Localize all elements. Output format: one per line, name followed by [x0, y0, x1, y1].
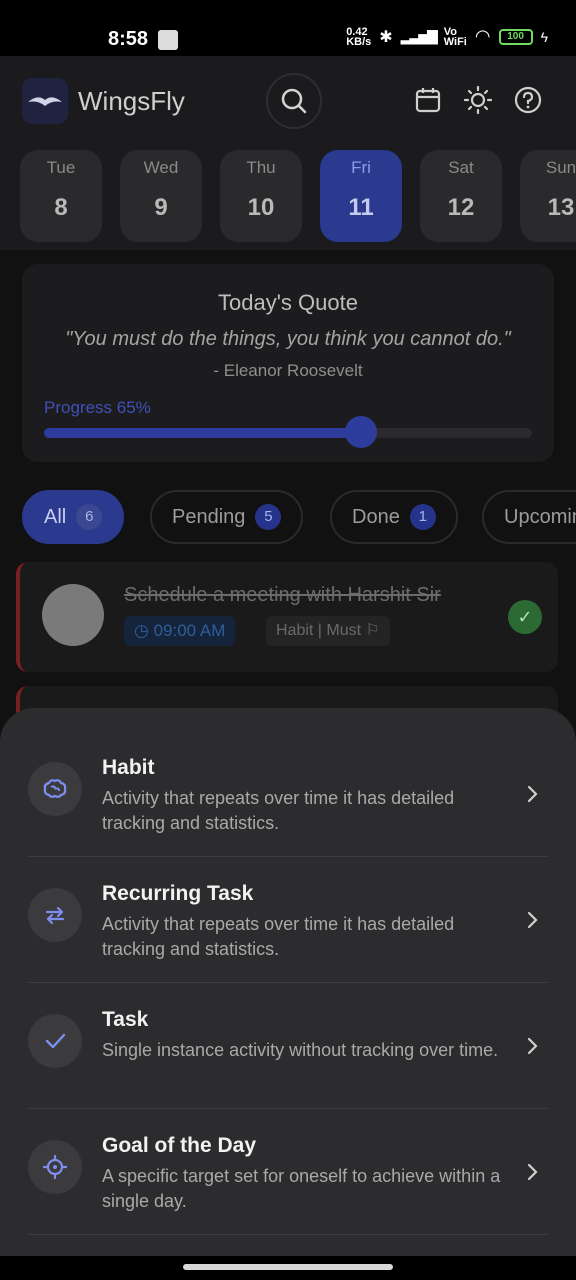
chevron-right-icon — [527, 911, 538, 929]
task-time: ◷ 09:00 AM — [124, 616, 236, 646]
day-number: 8 — [54, 194, 68, 221]
chip-count: 5 — [255, 504, 282, 530]
filter-done[interactable]: Done 1 — [330, 490, 458, 544]
option-description: Single instance activity without trackin… — [102, 1040, 499, 1060]
progress-track — [44, 428, 532, 438]
option-description: Activity that repeats over time it has d… — [102, 788, 455, 833]
signal-icon: ▂▃▅▇ — [400, 28, 438, 44]
check-icon — [28, 1014, 82, 1068]
repeat-icon — [28, 888, 82, 942]
filter-chips: All 6 Pending 5 Done 1 Upcoming — [22, 490, 576, 544]
day-name: Thu — [246, 158, 276, 177]
day-name: Fri — [351, 158, 371, 177]
volte-label: Vo WiFi — [443, 25, 467, 48]
target-icon — [28, 1140, 82, 1194]
app-logo — [22, 78, 68, 124]
quote-text: "You must do the things, you think you c… — [65, 328, 511, 350]
status-time: 8:58 — [108, 28, 149, 50]
task-done-check-icon[interactable]: ✓ — [508, 600, 542, 634]
task-title: Schedule a meeting with Harshit Sir — [124, 584, 441, 606]
flag-icon: ⚐ — [361, 622, 380, 639]
chip-count: 1 — [409, 504, 436, 530]
day-number: 12 — [447, 194, 475, 221]
clock-icon: ◷ — [134, 621, 154, 640]
charging-icon: ϟ — [540, 28, 548, 45]
day-thu[interactable]: Thu 10 — [220, 150, 302, 242]
app-title: WingsFly — [78, 86, 185, 116]
chevron-right-icon — [527, 785, 538, 803]
wifi-icon: ◠ — [474, 26, 491, 46]
option-title: Habit — [102, 756, 155, 779]
option-goal-of-the-day[interactable]: Goal of the Day A specific target set fo… — [0, 1086, 576, 1212]
day-tue[interactable]: Tue 8 — [20, 150, 102, 242]
option-title: Recurring Task — [102, 882, 254, 905]
help-icon[interactable] — [514, 86, 542, 114]
quote-author: - Eleanor Roosevelt — [213, 361, 363, 380]
chevron-right-icon — [527, 1037, 538, 1055]
chip-label: Done — [352, 505, 400, 528]
option-title: Goal of the Day — [102, 1134, 257, 1157]
progress-fill — [44, 428, 362, 438]
option-habit[interactable]: Habit Activity that repeats over time it… — [0, 708, 576, 834]
quote-title: Today's Quote — [218, 290, 358, 315]
filter-all[interactable]: All 6 — [22, 490, 125, 544]
battery-icon: 100 — [498, 28, 533, 45]
wrench-icon — [158, 30, 178, 50]
day-sat[interactable]: Sat 12 — [420, 150, 502, 242]
calendar-icon[interactable] — [414, 86, 442, 114]
chip-label: Pending — [172, 505, 246, 528]
option-description: A specific target set for oneself to ach… — [102, 1166, 501, 1211]
day-fri[interactable]: Fri 11 — [320, 150, 402, 242]
chip-label: Upcoming — [504, 505, 576, 528]
task-card[interactable]: Schedule a meeting with Harshit Sir ◷ 09… — [16, 562, 558, 672]
status-icons: 0.42 KB/s ✱ ▂▃▅▇ Vo WiFi ◠ 100 ϟ — [346, 26, 548, 47]
day-name: Sun — [545, 158, 576, 177]
task-tag-label: Habit | Must — [276, 622, 362, 639]
brain-icon — [28, 762, 82, 816]
chevron-right-icon — [527, 1163, 538, 1181]
theme-sun-icon[interactable] — [464, 86, 492, 114]
progress-thumb[interactable] — [345, 416, 378, 448]
day-number: 13 — [547, 194, 575, 221]
home-indicator[interactable] — [183, 1264, 393, 1270]
day-name: Wed — [143, 158, 179, 177]
task-tag: Habit | Must ⚐ — [266, 616, 390, 646]
option-task[interactable]: Task Single instance activity without tr… — [0, 960, 576, 1086]
option-recurring-task[interactable]: Recurring Task Activity that repeats ove… — [0, 834, 576, 960]
option-title: Task — [102, 1008, 149, 1031]
day-name: Sat — [448, 158, 474, 177]
day-number: 11 — [348, 194, 374, 221]
day-sun[interactable]: Sun 13 — [520, 150, 576, 242]
task-time-value: 09:00 AM — [153, 621, 226, 640]
quote-card: Today's Quote "You must do the things, y… — [22, 264, 554, 462]
progress-label: Progress 65% — [44, 398, 151, 417]
chip-count: 6 — [76, 504, 103, 530]
filter-upcoming[interactable]: Upcoming — [482, 490, 576, 544]
task-avatar — [42, 584, 104, 646]
add-item-bottom-sheet: Habit Activity that repeats over time it… — [0, 708, 576, 1280]
filter-pending[interactable]: Pending 5 — [150, 490, 304, 544]
day-number: 9 — [154, 194, 168, 221]
option-description: Activity that repeats over time it has d… — [102, 914, 455, 959]
day-number: 10 — [247, 194, 275, 221]
search-button[interactable] — [266, 73, 322, 129]
net-speed: 0.42 KB/s — [346, 25, 372, 48]
day-strip: Tue 8 Wed 9 Thu 10 Fri 11 Sat 12 Sun 13 — [0, 150, 576, 250]
chip-label: All — [44, 505, 67, 528]
search-icon — [281, 88, 307, 114]
day-wed[interactable]: Wed 9 — [120, 150, 202, 242]
divider — [28, 1234, 548, 1235]
bluetooth-icon: ✱ — [379, 28, 393, 46]
app-header: WingsFly — [0, 56, 576, 144]
day-name: Tue — [46, 158, 76, 177]
